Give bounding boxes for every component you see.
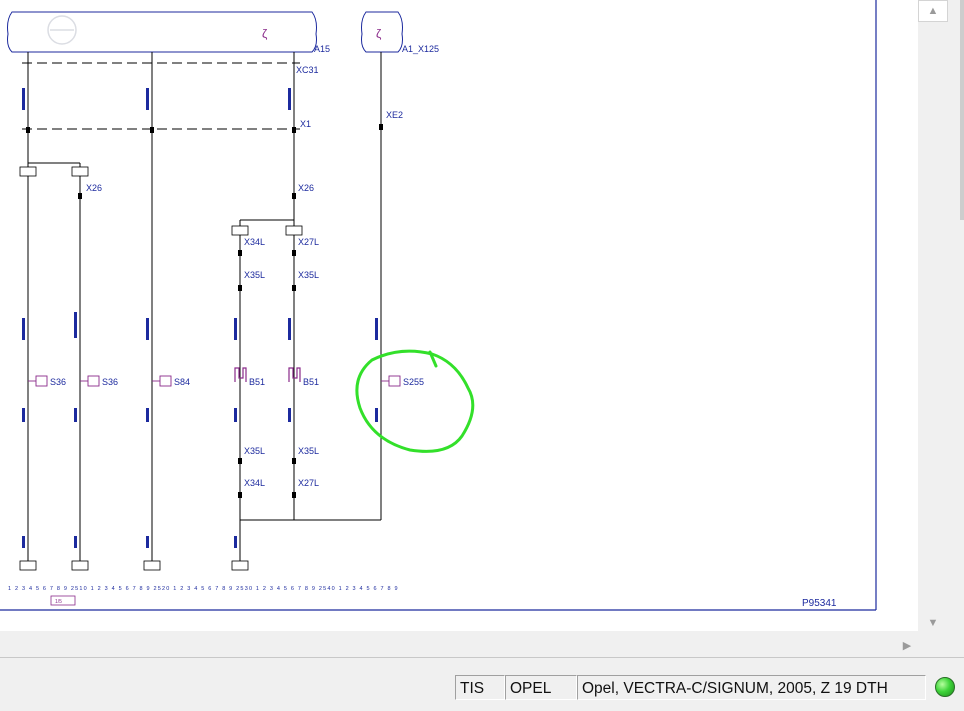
- connector-x35l-b-label: X35L: [298, 270, 319, 280]
- scroll-up-button[interactable]: ▲: [918, 0, 948, 22]
- connector-x35l-a-label: X35L: [244, 270, 265, 280]
- connector-xc31-label: XC31: [296, 65, 319, 75]
- wire-code-marks: [22, 88, 378, 548]
- connection-status-icon: [935, 677, 955, 697]
- sensor-symbols: [234, 367, 301, 382]
- switch-symbols: [35, 375, 401, 387]
- connector-x1-label: X1: [300, 119, 311, 129]
- switch-s84-label: S84: [174, 377, 190, 387]
- module-a15: ζ A15 XC31: [7, 11, 330, 75]
- sensor-b51-right-label: B51: [303, 377, 319, 387]
- wiring-diagram-viewport[interactable]: ζ A15 XC31 ζ A1_X125 X1 X26 X26 X34L X27…: [0, 0, 918, 631]
- vertical-scrollbar[interactable]: ▲ ▼: [918, 0, 964, 631]
- connector-x34l-top-label: X34L: [244, 237, 265, 247]
- connector-x26-right-label: X26: [298, 183, 314, 193]
- connector-x35l-c-label: X35L: [244, 446, 265, 456]
- module-a1-x125-label: A1_X125: [402, 44, 439, 54]
- scroll-right-button[interactable]: ▶: [896, 634, 918, 656]
- connector-x26-left-label: X26: [86, 183, 102, 193]
- status-bar: TIS OPEL Opel, VECTRA-C/SIGNUM, 2005, Z …: [0, 669, 964, 711]
- module-a15-symbol: ζ: [262, 27, 268, 41]
- switch-s36-left-label: S36: [50, 377, 66, 387]
- switch-s255-label: S255: [403, 377, 424, 387]
- wiring-schematic: ζ A15 XC31 ζ A1_X125 X1 X26 X26 X34L X27…: [0, 0, 877, 611]
- scroll-down-button[interactable]: ▼: [918, 612, 948, 634]
- splice-boxes: [19, 166, 303, 571]
- connector-x35l-d-label: X35L: [298, 446, 319, 456]
- page-reference: P95341: [802, 598, 837, 609]
- sensor-b51-left-label: B51: [249, 377, 265, 387]
- status-brand: OPEL: [505, 675, 577, 700]
- statusbar-divider: [0, 657, 964, 658]
- ruler-tag-label: 1/5: [55, 599, 62, 605]
- connector-x34l-bottom-label: X34L: [244, 478, 265, 488]
- switch-s36-right-label: S36: [102, 377, 118, 387]
- status-vehicle: Opel, VECTRA-C/SIGNUM, 2005, Z 19 DTH: [577, 675, 926, 700]
- connector-xe2-label: XE2: [386, 110, 403, 120]
- module-a15-label: A15: [314, 44, 330, 54]
- watermark-logo: [47, 15, 77, 45]
- ruler-numbers: 1 2 3 4 5 6 7 8 9 2510 1 2 3 4 5 6 7 8 9…: [8, 586, 399, 592]
- module-a1-symbol: ζ: [376, 27, 382, 41]
- connector-x27l-top-label: X27L: [298, 237, 319, 247]
- connector-x27l-bottom-label: X27L: [298, 478, 319, 488]
- scroll-thumb[interactable]: [960, 0, 964, 220]
- status-tis: TIS: [455, 675, 505, 700]
- highlight-circle: [355, 349, 475, 453]
- module-a1-x125: ζ A1_X125: [361, 11, 439, 54]
